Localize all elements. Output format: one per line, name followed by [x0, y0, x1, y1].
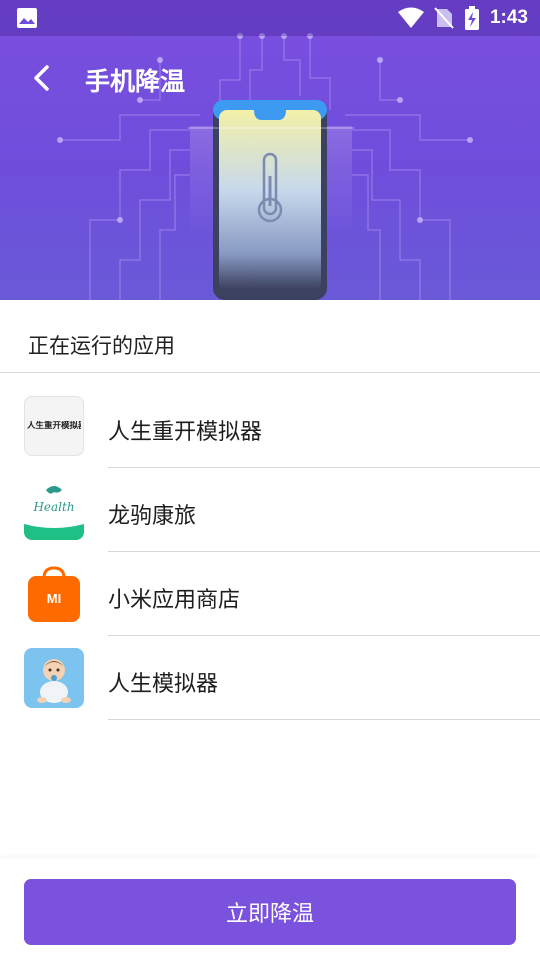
phone-thermometer-illustration	[188, 100, 354, 300]
list-item[interactable]: 人生重开模拟器 人生重开模拟器	[0, 384, 540, 468]
divider	[108, 719, 540, 720]
status-bar: 1:43	[0, 0, 540, 36]
wifi-icon	[397, 7, 424, 28]
running-apps-header: 正在运行的应用	[0, 300, 540, 373]
back-arrow-icon	[34, 65, 49, 91]
list-item[interactable]: Health 龙驹康旅	[0, 468, 540, 552]
baby-avatar-icon	[37, 659, 71, 703]
running-apps-list: 人生重开模拟器 人生重开模拟器 Health 龙驹康旅 MI 小米应用商店 人生…	[0, 384, 540, 720]
back-button[interactable]	[22, 58, 62, 98]
app-icon-text: 人生重开模拟器	[27, 421, 81, 431]
life-simulator-app-icon	[24, 648, 84, 708]
longju-health-app-icon: Health	[24, 480, 84, 540]
list-item[interactable]: MI 小米应用商店	[0, 552, 540, 636]
app-name: 人生重开模拟器	[108, 420, 263, 445]
app-icon-text: MI	[46, 591, 62, 606]
page-title: 手机降温	[85, 67, 186, 96]
list-item[interactable]: 人生模拟器	[0, 636, 540, 720]
header-banner: 1:43 手机降温	[0, 0, 540, 300]
clock-time: 1:43	[489, 7, 528, 28]
app-icon-text: Health	[33, 500, 75, 514]
battery-charging-icon	[464, 6, 479, 30]
no-sim-icon	[434, 7, 454, 29]
app-name: 小米应用商店	[108, 588, 241, 613]
app-name: 龙驹康旅	[108, 504, 197, 529]
mi-store-app-icon: MI	[24, 564, 84, 624]
app-name: 人生模拟器	[108, 672, 219, 697]
life-restart-app-icon: 人生重开模拟器	[24, 396, 84, 456]
cool-down-button[interactable]: 立即降温	[24, 879, 516, 945]
image-icon	[17, 8, 37, 28]
bottom-action-bar: 立即降温	[0, 858, 540, 960]
section-title: 正在运行的应用	[28, 334, 175, 358]
